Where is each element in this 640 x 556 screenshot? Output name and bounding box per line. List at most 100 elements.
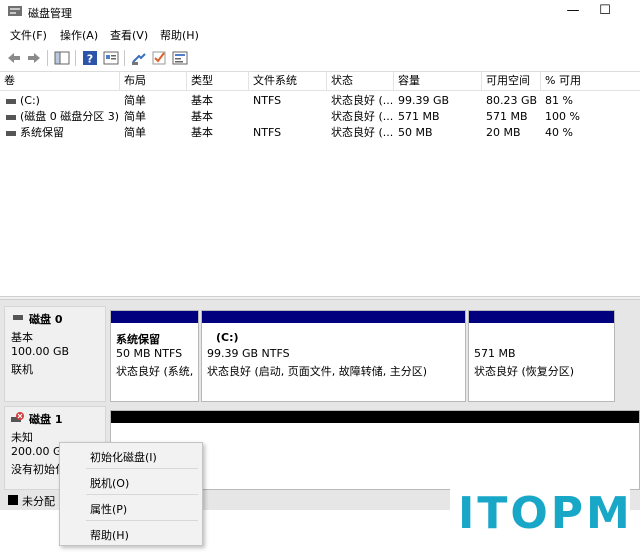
table-row[interactable]: (磁盘 0 磁盘分区 3) 简单 基本 状态良好 (... 571 MB 571… [0,109,640,125]
back-arrow-icon[interactable] [6,50,22,66]
column-header-status[interactable]: 状态 [327,72,394,90]
partition-name: 系统保留 [116,333,160,346]
partition-name: (C:) [216,331,239,344]
menu-separator [86,520,198,521]
menu-bar: 文件(F) 操作(A) 查看(V) 帮助(H) [0,24,640,44]
column-header-type[interactable]: 类型 [187,72,249,90]
column-header-percent-free[interactable]: % 可用 [541,72,640,90]
disk-size: 100.00 GB [11,345,70,358]
volume-type: 基本 [191,110,213,123]
partition-status: 状态良好 (恢复分区) [474,365,575,378]
disk-error-icon [11,412,24,422]
volume-filesystem: NTFS [253,126,282,139]
volume-filesystem: NTFS [253,94,282,107]
partition-size: 571 MB [474,347,516,360]
maximize-button[interactable]: ☐ [588,0,622,24]
volume-free-space: 20 MB [486,126,521,139]
table-row[interactable]: (C:) 简单 基本 NTFS 状态良好 (... 99.39 GB 80.23… [0,93,640,109]
watermark-logo: ITOPM [450,486,630,548]
volume-free-space: 571 MB [486,110,528,123]
volume-layout: 简单 [124,126,146,139]
volume-name: (C:) [20,94,40,107]
column-header-free-space[interactable]: 可用空间 [482,72,541,90]
toolbar-separator [47,50,48,66]
column-header-capacity[interactable]: 容量 [394,72,482,90]
volume-capacity: 571 MB [398,110,440,123]
disk-size: 200.00 G [11,445,62,458]
partition-status: 状态良好 (系统, [116,365,194,378]
volume-type: 基本 [191,126,213,139]
volume-filesystem [249,109,327,125]
volume-capacity: 50 MB [398,126,433,139]
partition-recovery[interactable]: 571 MB 状态良好 (恢复分区) [468,310,615,402]
partition-size: 50 MB NTFS [116,347,183,360]
disk-type: 未知 [11,431,33,444]
column-header-layout[interactable]: 布局 [120,72,187,90]
disk-management-icon [8,6,22,16]
partition-c-drive[interactable]: (C:) 99.39 GB NTFS 状态良好 (启动, 页面文件, 故障转储,… [201,310,466,402]
toolbar-separator [124,50,125,66]
partition-system-reserved[interactable]: 系统保留 50 MB NTFS 状态良好 (系统, [110,310,199,402]
legend-unallocated-swatch [8,495,18,505]
volume-name: 系统保留 [20,126,64,139]
menu-view[interactable]: 查看(V) [110,27,148,43]
legend-unallocated-label: 未分配 [22,495,55,508]
disk-name: 磁盘 0 [29,313,63,326]
partition-bar [111,311,198,323]
volume-percent-free: 40 % [545,126,573,139]
title-bar: 磁盘管理 — ☐ [0,0,640,24]
table-row[interactable]: 系统保留 简单 基本 NTFS 状态良好 (... 50 MB 20 MB 40… [0,125,640,141]
menu-item-help[interactable]: 帮助(H) [90,527,129,543]
settings-icon[interactable] [172,50,188,66]
partition-bar [202,311,465,323]
volume-name: (磁盘 0 磁盘分区 3) [20,110,120,123]
menu-item-initialize-disk[interactable]: 初始化磁盘(I) [90,449,157,465]
partition-bar [469,311,614,323]
disk-icon [13,315,23,320]
context-menu: 初始化磁盘(I) 脱机(O) 属性(P) 帮助(H) [59,442,203,546]
unallocated-bar [111,411,639,423]
menu-item-properties[interactable]: 属性(P) [90,501,127,517]
volume-status: 状态良好 (... [331,126,394,139]
window-title: 磁盘管理 [28,7,72,20]
disk-name: 磁盘 1 [29,413,63,426]
volume-capacity: 99.39 GB [398,94,450,107]
disk-0-info[interactable]: 磁盘 0 基本 100.00 GB 联机 [4,306,106,402]
console-tree-icon[interactable] [54,50,70,66]
volume-type: 基本 [191,94,213,107]
partition-status: 状态良好 (启动, 页面文件, 故障转储, 主分区) [207,365,428,378]
volume-icon [6,130,16,136]
volume-icon [6,114,16,120]
volume-status: 状态良好 (... [331,110,394,123]
menu-separator [86,494,198,495]
menu-action[interactable]: 操作(A) [60,27,98,43]
watermark-text: ITOPM [458,488,633,539]
properties-icon[interactable] [103,50,119,66]
volume-status: 状态良好 (... [331,94,394,107]
volume-list-header: 卷 布局 类型 文件系统 状态 容量 可用空间 % 可用 [0,72,640,91]
volume-layout: 简单 [124,110,146,123]
volume-list: 卷 布局 类型 文件系统 状态 容量 可用空间 % 可用 (C:) 简单 基本 … [0,72,640,296]
volume-free-space: 80.23 GB [486,94,538,107]
disk-status: 没有初始化 [11,463,66,476]
toolbar: ? [0,45,640,72]
column-header-volume[interactable]: 卷 [0,72,120,90]
help-icon[interactable]: ? [82,50,98,66]
disk-type: 基本 [11,331,33,344]
menu-separator [86,468,198,469]
check-icon[interactable] [151,50,167,66]
volume-icon [6,98,16,104]
menu-help[interactable]: 帮助(H) [160,27,199,43]
disk-status: 联机 [11,363,33,376]
connect-icon[interactable] [131,50,147,66]
column-header-filesystem[interactable]: 文件系统 [249,72,327,90]
volume-layout: 简单 [124,94,146,107]
volume-percent-free: 100 % [545,110,580,123]
forward-arrow-icon[interactable] [26,50,42,66]
menu-file[interactable]: 文件(F) [10,27,47,43]
toolbar-separator [75,50,76,66]
minimize-button[interactable]: — [556,0,590,24]
menu-item-offline[interactable]: 脱机(O) [90,475,129,491]
svg-text:?: ? [87,53,93,66]
partition-size: 99.39 GB NTFS [207,347,290,360]
